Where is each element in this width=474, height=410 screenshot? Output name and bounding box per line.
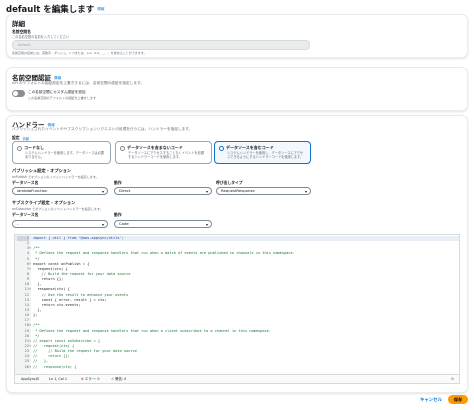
custom-auth-toggle[interactable] xyxy=(12,90,25,97)
namespace-auth-panel xyxy=(6,67,468,111)
publish-datasource-select[interactable]: lambdaFunction ▾ xyxy=(12,187,108,195)
error-icon: ⊗ xyxy=(81,377,84,381)
subscribe-datasource-value: - xyxy=(17,221,19,226)
invoke-type-value: RequestResponse xyxy=(221,188,255,193)
subscribe-action-select[interactable]: Code ▾ xyxy=(114,220,212,228)
subscribe-action-value: Code xyxy=(119,221,129,226)
subscribe-action-label: 動作 xyxy=(114,212,122,217)
handler-desc: パブリッシュされたイベントやサブスクリプションリクエストの処理を行うには、ハンド… xyxy=(12,127,193,131)
settings-label-text: 設定 xyxy=(12,135,20,140)
publish-action-label: 動作 xyxy=(114,180,122,185)
error-count-text: エラー: 0 xyxy=(84,377,100,381)
caret-down-icon: ▾ xyxy=(205,222,208,227)
invoke-type-select[interactable]: RequestResponse ▾ xyxy=(216,187,311,195)
option-no-code[interactable]: コードなし システムハンドラーを使用します。データソースは必要ありません。 xyxy=(12,141,111,164)
publish-datasource-label: データソース名 xyxy=(12,180,39,185)
settings-icon[interactable]: ⚙ xyxy=(451,375,454,383)
option-code-with-datasource[interactable]: データソースを含むコード システムハンドラーを使用し、データソースにアクセスでき… xyxy=(214,141,311,164)
subscribe-datasource-label: データソース名 xyxy=(12,212,39,217)
option-code-with-datasource-desc: システムハンドラーを使用し、データソースにアクセスできるようにするハンドラーコー… xyxy=(227,151,304,159)
info-link[interactable]: 情報 xyxy=(97,7,104,11)
handler-info-link[interactable]: 情報 xyxy=(48,123,55,127)
subscribe-settings-desc: onSubscribe でオプションのイベントハンドラーを設定します。 xyxy=(12,207,103,211)
save-button[interactable]: 保存 xyxy=(448,395,468,404)
option-code-without-datasource[interactable]: データソースを含まないコード データソースにアクセスすることなくイベントを処理す… xyxy=(115,141,212,164)
fold-icon[interactable]: ▾ xyxy=(29,365,31,370)
namespace-name-hint: 名前空間の名前には、英数字、ダッシュ、1 つまたは、a-z、0-9、_、-、を含… xyxy=(12,51,147,55)
caret-down-icon: ▾ xyxy=(101,189,104,194)
code-lines: 1 import { util } from '@aws-appsync/util… xyxy=(15,236,459,370)
radio-no-code[interactable] xyxy=(17,145,22,151)
radio-code-without-datasource[interactable] xyxy=(120,145,125,151)
line-number: 26 xyxy=(24,364,29,369)
code-text: // response(ctx) { xyxy=(33,364,77,369)
cancel-button[interactable]: キャンセル xyxy=(420,397,442,403)
editor-status-bar: AppSyncJS Ln 1, Col 1 ⊗ エラー: 0 ⚠ 警告: 0 ⚙ xyxy=(15,374,459,383)
caret-down-icon: ▾ xyxy=(205,189,208,194)
code-editor[interactable]: 1 import { util } from '@aws-appsync/util… xyxy=(14,234,460,384)
option-code-without-datasource-desc: データソースにアクセスすることなくイベントを処理するハンドラーコードを使用します… xyxy=(128,151,205,159)
details-heading: 詳細 xyxy=(12,20,25,28)
warning-icon: ⚠ xyxy=(111,377,115,381)
caret-down-icon: ▾ xyxy=(101,222,104,227)
option-no-code-title: コードなし xyxy=(24,145,44,150)
publish-settings-desc: onPublish でオプションのイベントハンドラーを設定します。 xyxy=(12,175,99,179)
namespace-auth-desc: API のデフォルトの認証設定を上書きするには、名前空間の認証を指定します。 xyxy=(12,81,145,85)
warning-count[interactable]: ⚠ 警告: 0 xyxy=(111,375,126,383)
publish-action-value: Direct xyxy=(119,188,131,193)
option-code-with-datasource-title: データソースを含むコード xyxy=(226,145,274,150)
error-count[interactable]: ⊗ エラー: 0 xyxy=(81,375,99,383)
cursor-position: Ln 1, Col 1 xyxy=(49,377,68,381)
option-code-without-datasource-title: データソースを含まないコード xyxy=(127,145,183,150)
auth-info-link[interactable]: 情報 xyxy=(54,76,61,80)
namespace-name-desc: この名前空間の名前を入力してください xyxy=(12,35,70,39)
warning-count-text: 警告: 0 xyxy=(115,377,127,381)
publish-action-select[interactable]: Direct ▾ xyxy=(114,187,212,195)
option-no-code-desc: システムハンドラーを使用します。データソースは必要ありません。 xyxy=(25,151,105,159)
subscribe-datasource-select[interactable]: - ▾ xyxy=(12,220,108,228)
caret-down-icon: ▾ xyxy=(304,189,307,194)
publish-datasource-value: lambdaFunction xyxy=(17,188,48,193)
code-line[interactable]: 26 ▾// response(ctx) { xyxy=(15,365,459,370)
invoke-type-label: 呼び出しタイプ xyxy=(216,180,243,185)
editor-language: AppSyncJS xyxy=(21,377,39,381)
namespace-name-input: default xyxy=(12,40,310,50)
custom-auth-toggle-desc: この名前空間のデフォルトの認証を上書きします xyxy=(28,96,97,100)
radio-code-with-datasource[interactable] xyxy=(219,145,224,151)
settings-info-link[interactable]: 情報 xyxy=(23,137,29,141)
